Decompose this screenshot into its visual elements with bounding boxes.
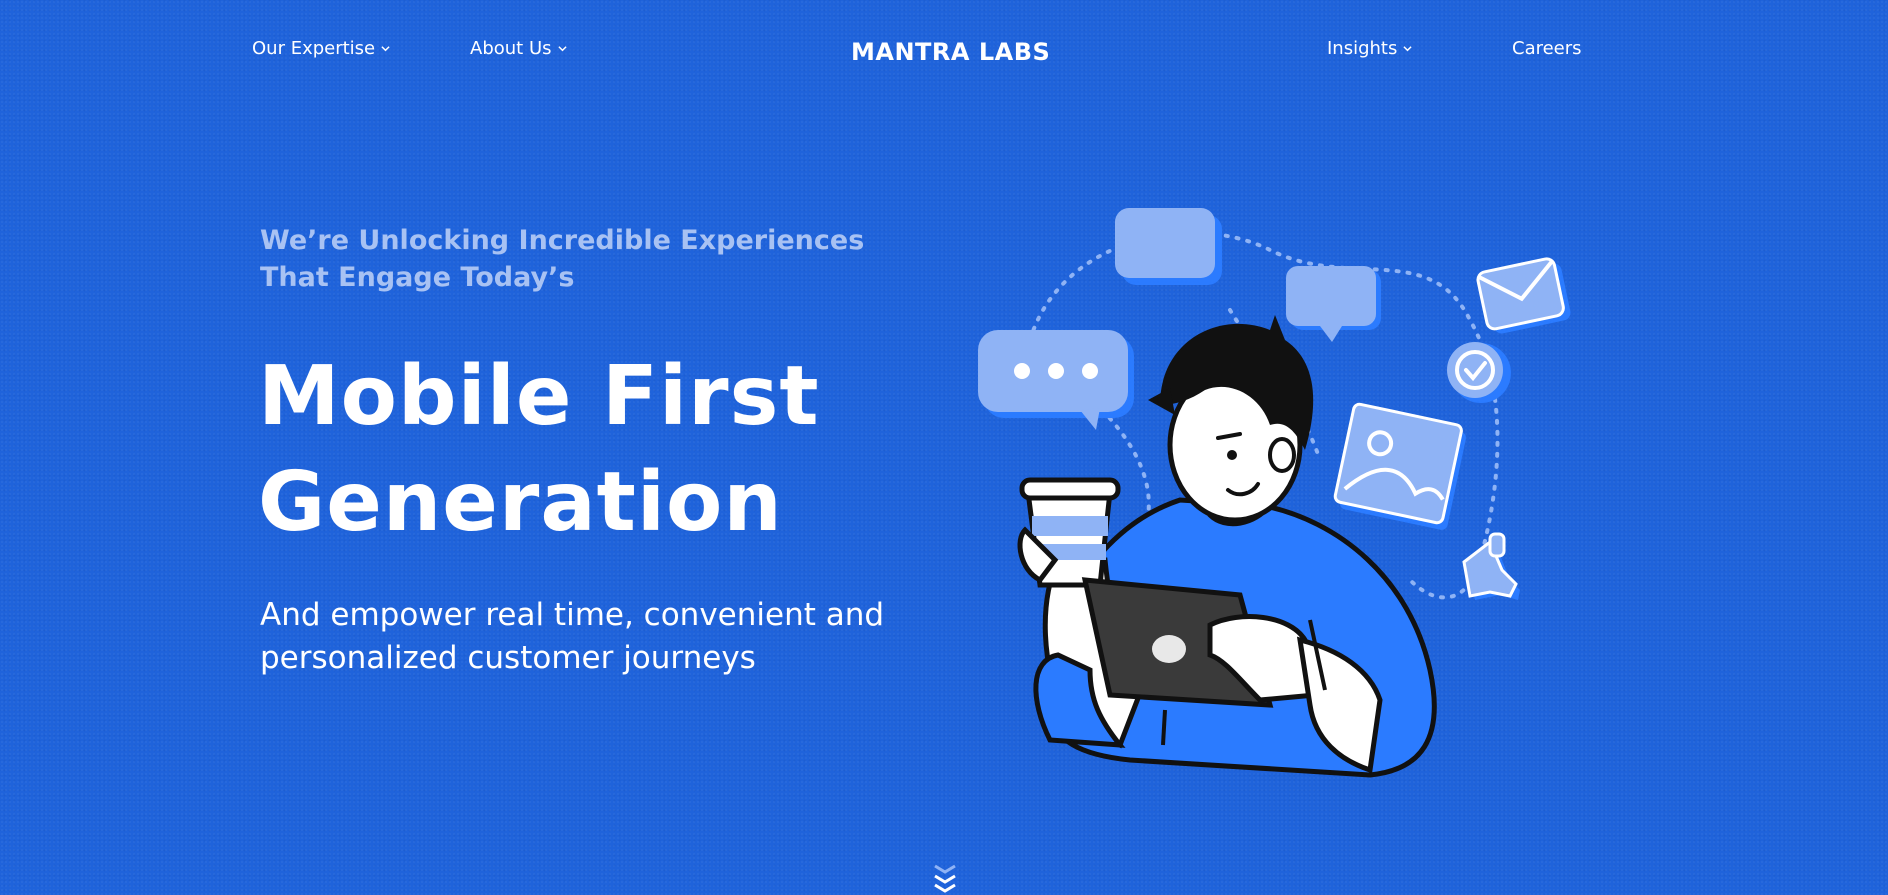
nav-careers-label: Careers [1512,38,1582,59]
chevron-down-icon [557,46,567,52]
hero-illustration [978,208,1571,778]
hero-headline: Mobile First Generation [258,344,878,556]
typing-bubble-icon [978,330,1134,430]
message-bubble-icon [1115,208,1222,285]
chat-bubble-icon [1286,266,1381,342]
nav-insights[interactable]: Insights [1327,38,1412,59]
hero-eyebrow: We’re Unlocking Incredible Experiences T… [260,222,900,296]
hero-subtitle-line1: And empower real time, convenient and [260,597,885,633]
nav-our-expertise[interactable]: Our Expertise [252,38,390,59]
hero-eyebrow-line2: That Engage Today’s [260,262,575,293]
hero-headline-line2: Generation [258,455,783,550]
nav-about-us-label: About Us [470,38,552,59]
scroll-down-icon[interactable] [933,862,957,895]
nav-careers[interactable]: Careers [1512,38,1582,59]
top-navigation: Our Expertise About Us MANTRA LABS Insig… [0,0,1888,100]
hero-subtitle: And empower real time, convenient and pe… [260,594,920,680]
thumbs-up-icon [1462,532,1520,600]
mail-icon [1476,257,1571,334]
brand-logo[interactable]: MANTRA LABS [851,38,1050,66]
nav-about-us[interactable]: About Us [470,38,567,59]
hero-eyebrow-line1: We’re Unlocking Incredible Experiences [260,225,865,256]
hero-headline-line1: Mobile First [258,349,820,444]
image-card-icon [1333,402,1467,530]
chevron-down-icon [381,46,390,52]
nav-our-expertise-label: Our Expertise [252,38,376,59]
check-badge-icon [1447,342,1511,403]
chevron-down-icon [1403,46,1412,52]
hero-subtitle-line2: personalized customer journeys [260,640,756,676]
nav-insights-label: Insights [1327,38,1398,59]
